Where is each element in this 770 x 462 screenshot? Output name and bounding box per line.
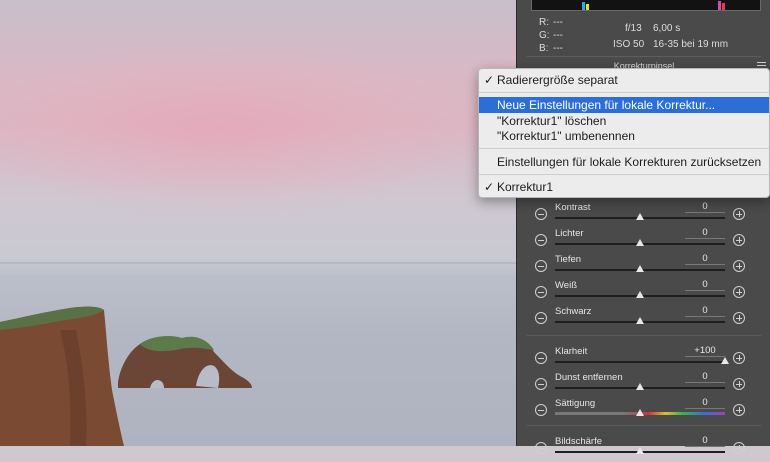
rgb-readout-g: G: ---	[539, 30, 567, 41]
slider-value-field[interactable]: 0	[685, 227, 725, 239]
slider-value-field[interactable]: 0	[685, 201, 725, 213]
slider-value-field[interactable]: +100	[685, 345, 725, 357]
slider-value-field[interactable]: 0	[685, 279, 725, 291]
slider-thumb[interactable]	[636, 409, 644, 416]
divider	[527, 335, 761, 336]
r-value: ---	[553, 17, 563, 28]
menu-item-label: Korrektur1	[497, 180, 554, 194]
menu-item-new-settings[interactable]: Neue Einstellungen für lokale Korrektur.…	[479, 97, 769, 113]
slider-row-klarheit: Klarheit +100	[533, 345, 759, 372]
g-value: ---	[553, 30, 563, 41]
slider-row-lichter: Lichter 0	[533, 227, 759, 254]
slider-track[interactable]	[555, 361, 725, 363]
minus-circle-icon[interactable]	[535, 286, 547, 298]
slider-label: Schwarz	[555, 306, 592, 317]
menu-item-label: Neue Einstellungen für lokale Korrektur.…	[497, 98, 716, 112]
adjustment-panel: R: --- G: --- B: --- f/13 6,00 s ISO 50 16-…	[516, 0, 770, 454]
b-label: B:	[539, 43, 549, 54]
plus-circle-icon[interactable]	[733, 260, 745, 272]
slider-thumb[interactable]	[636, 213, 644, 220]
slider-thumb[interactable]	[636, 291, 644, 298]
menu-item-label: Einstellungen für lokale Korrekturen zur…	[497, 155, 762, 169]
slider-thumb[interactable]	[636, 317, 644, 324]
slider-thumb[interactable]	[636, 447, 644, 454]
slider-label: Sättigung	[555, 398, 596, 409]
menu-item-label: "Korrektur1" umbenennen	[497, 129, 635, 143]
shutter-speed: 6,00 s	[653, 23, 681, 34]
slider-value-field[interactable]: 0	[685, 253, 725, 265]
slider-row-dunst-entfernen: Dunst entfernen 0	[533, 371, 759, 398]
minus-circle-icon[interactable]	[535, 404, 547, 416]
slider-label: Klarheit	[555, 346, 588, 357]
slider-value-field[interactable]: 0	[685, 435, 725, 447]
plus-circle-icon[interactable]	[733, 352, 745, 364]
histogram-spike-magenta	[718, 1, 721, 10]
histogram	[531, 0, 761, 11]
menu-item-rename-correction[interactable]: "Korrektur1" umbenennen	[479, 128, 769, 144]
menu-separator	[479, 92, 769, 93]
slider-label: Bildschärfe	[555, 436, 602, 447]
minus-circle-icon[interactable]	[535, 234, 547, 246]
histogram-spike-cyan	[582, 2, 585, 10]
slider-label: Dunst entfernen	[555, 372, 623, 383]
plus-circle-icon[interactable]	[733, 286, 745, 298]
minus-circle-icon[interactable]	[535, 260, 547, 272]
lens: 16-35 bei 19 mm	[653, 39, 729, 50]
plus-circle-icon[interactable]	[733, 442, 745, 454]
r-label: R:	[539, 17, 549, 28]
divider	[527, 56, 761, 57]
minus-circle-icon[interactable]	[535, 442, 547, 454]
plus-circle-icon[interactable]	[733, 404, 745, 416]
slider-label: Tiefen	[555, 254, 582, 265]
slider-label: Lichter	[555, 228, 584, 239]
slider-thumb[interactable]	[636, 265, 644, 272]
slider-label: Weiß	[555, 280, 577, 291]
slider-thumb[interactable]	[636, 239, 644, 246]
slider-value-field[interactable]: 0	[685, 397, 725, 409]
menu-item-label: Radierergröße separat	[497, 73, 618, 87]
plus-circle-icon[interactable]	[733, 208, 745, 220]
histogram-spike-red	[722, 3, 725, 10]
menu-item-label: "Korrektur1" löschen	[497, 114, 607, 128]
plus-circle-icon[interactable]	[733, 234, 745, 246]
slider-row-sättigung: Sättigung 0	[533, 397, 759, 424]
histogram-spike-yellow	[586, 4, 589, 10]
rgb-readout-b: B: ---	[539, 43, 567, 54]
rgb-readout-r: R: ---	[539, 17, 567, 28]
menu-separator	[479, 174, 769, 175]
minus-circle-icon[interactable]	[535, 352, 547, 364]
photo-preview[interactable]	[0, 0, 516, 446]
iso: ISO 50	[613, 39, 645, 50]
slider-thumb[interactable]	[721, 357, 729, 364]
slider-row-kontrast: Kontrast 0	[533, 201, 759, 228]
checkmark-icon: ✓	[484, 73, 495, 87]
slider-row-weiß: Weiß 0	[533, 279, 759, 306]
plus-circle-icon[interactable]	[733, 378, 745, 390]
landscape-rocks	[0, 306, 252, 446]
checkmark-icon: ✓	[484, 180, 495, 194]
aperture: f/13	[625, 23, 642, 34]
slider-thumb[interactable]	[636, 383, 644, 390]
slider-value-field[interactable]: 0	[685, 305, 725, 317]
g-label: G:	[539, 30, 550, 41]
slider-row-tiefen: Tiefen 0	[533, 253, 759, 280]
divider	[527, 425, 761, 426]
slider-value-field[interactable]: 0	[685, 371, 725, 383]
menu-item-correction1[interactable]: ✓ Korrektur1	[479, 179, 769, 195]
menu-item-delete-correction[interactable]: "Korrektur1" löschen	[479, 113, 769, 129]
slider-row-schwarz: Schwarz 0	[533, 305, 759, 332]
slider-row-bildschärfe: Bildschärfe 0	[533, 435, 759, 462]
context-menu: ✓ Radierergröße separat Neue Einstellung…	[478, 68, 770, 198]
minus-circle-icon[interactable]	[535, 208, 547, 220]
menu-item-reset-local[interactable]: Einstellungen für lokale Korrekturen zur…	[479, 154, 769, 170]
minus-circle-icon[interactable]	[535, 378, 547, 390]
minus-circle-icon[interactable]	[535, 312, 547, 324]
plus-circle-icon[interactable]	[733, 312, 745, 324]
menu-separator	[479, 148, 769, 149]
b-value: ---	[553, 43, 563, 54]
menu-item-eraser-size[interactable]: ✓ Radierergröße separat	[479, 72, 769, 88]
slider-label: Kontrast	[555, 202, 591, 213]
